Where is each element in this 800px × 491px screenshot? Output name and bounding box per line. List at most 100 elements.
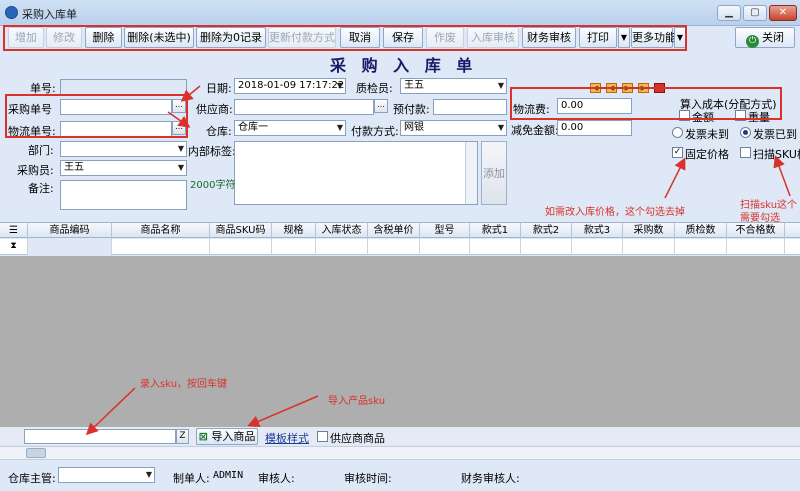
fixed-price-note: 如需改入库价格，这个勾选去掉 — [545, 207, 685, 218]
buyer-value: 王五 — [64, 162, 84, 173]
filter-sku[interactable] — [210, 239, 272, 255]
warehouse-manager-select[interactable]: ▼ — [58, 467, 155, 483]
warehouse-select[interactable]: 仓库一 ▼ — [234, 120, 346, 136]
freight-label: 物流费: — [513, 103, 550, 116]
sku-clear-button[interactable]: Z — [176, 429, 189, 444]
date-picker[interactable]: 2018-01-09 17:17:22 ▼ — [234, 78, 346, 94]
cancel-button[interactable]: 取消 — [340, 27, 380, 48]
freight-field[interactable]: 0.00 — [557, 98, 632, 114]
filter-icon[interactable]: ⧗ — [0, 239, 28, 255]
col-sku[interactable]: 商品SKU码 — [210, 223, 272, 239]
pay-method-select[interactable]: 网银 ▼ — [400, 120, 507, 136]
grid-view-icon[interactable] — [654, 83, 665, 93]
void-button[interactable]: 作废 — [426, 27, 464, 48]
finance-auditor-label: 财务审核人: — [461, 472, 520, 485]
logistics-no-browse-button[interactable]: … — [172, 121, 186, 135]
maximize-button[interactable]: ▢ — [743, 5, 767, 21]
close-button[interactable]: ⏻ 关闭 — [735, 27, 795, 48]
filter-spec[interactable] — [272, 239, 316, 255]
delete-button[interactable]: 删除 — [85, 27, 122, 48]
chevron-down-icon: ▼ — [177, 163, 184, 172]
stock-audit-button[interactable]: 入库审核 — [467, 27, 519, 48]
supplier-field[interactable] — [234, 99, 374, 115]
inspector-select[interactable]: 王五 ▼ — [400, 78, 507, 94]
purchase-no-field[interactable] — [60, 99, 172, 115]
print-button[interactable]: 打印 — [579, 27, 617, 48]
auditor-label: 审核人: — [258, 472, 295, 485]
import-note: 导入产品sku — [328, 396, 386, 407]
discount-field[interactable]: 0.00 — [557, 120, 632, 136]
order-no-field[interactable] — [60, 79, 187, 95]
col-goods-name[interactable]: 商品名称 — [112, 223, 210, 239]
import-goods-button[interactable]: ⊠ 导入商品 — [196, 428, 258, 445]
supplier-label: 供应商: — [196, 103, 233, 116]
filter-style1[interactable] — [470, 239, 521, 255]
filter-purchase-qty[interactable] — [623, 239, 675, 255]
more-menu-arrow-icon[interactable]: ▼ — [674, 27, 686, 48]
logistics-no-field[interactable] — [60, 121, 172, 137]
supplier-browse-button[interactable]: … — [374, 99, 388, 113]
add-tag-button[interactable]: 添加 — [481, 141, 507, 205]
filter-inspect-qty[interactable] — [675, 239, 727, 255]
invoice-not-arrived-radio[interactable] — [672, 127, 683, 138]
title-bar: 采购入库单 ▁ ▢ ✕ — [0, 0, 800, 26]
filter-goods-name[interactable] — [112, 239, 210, 255]
edit-button[interactable]: 修改 — [46, 27, 82, 48]
remark-label: 备注: — [28, 182, 54, 195]
more-functions-button[interactable]: 更多功能 — [631, 27, 676, 48]
fixed-price-checkbox[interactable]: ✓ — [672, 147, 683, 158]
sku-entry-input[interactable] — [24, 429, 176, 444]
save-button[interactable]: 保存 — [383, 27, 423, 48]
scroll-thumb[interactable] — [26, 448, 46, 458]
last-record-icon[interactable]: ▶ — [638, 83, 649, 93]
col-reject-qty[interactable]: 不合格数 — [727, 223, 785, 239]
buyer-select[interactable]: 王五 ▼ — [60, 160, 187, 176]
filter-model[interactable] — [420, 239, 470, 255]
first-record-icon[interactable]: ◀ — [590, 83, 601, 93]
dept-select[interactable]: ▼ — [60, 141, 187, 157]
remark-textarea[interactable] — [60, 180, 187, 210]
next-record-icon[interactable]: ▶ — [622, 83, 633, 93]
prev-record-icon[interactable]: ◀ — [606, 83, 617, 93]
purchase-no-browse-button[interactable]: … — [172, 99, 186, 113]
filter-reject-qty[interactable] — [727, 239, 785, 255]
delete-zero-records-button[interactable]: 删除为0记录 — [196, 27, 266, 48]
col-goods-code[interactable]: 商品编码 — [28, 223, 112, 239]
finance-audit-button[interactable]: 财务审核 — [522, 27, 576, 48]
col-unit-price[interactable]: 含税单价 — [368, 223, 420, 239]
filter-goods-code[interactable] — [28, 239, 112, 255]
add-button[interactable]: 增加 — [8, 27, 44, 48]
horizontal-scrollbar[interactable] — [0, 446, 800, 460]
textarea-scrollbar[interactable] — [465, 142, 477, 204]
prepay-field[interactable] — [433, 99, 507, 115]
col-model[interactable]: 型号 — [420, 223, 470, 239]
form-title: 采 购 入 库 单 — [330, 56, 478, 75]
col-inspect-qty[interactable]: 质检数 — [675, 223, 727, 239]
filter-unit-price[interactable] — [368, 239, 420, 255]
invoice-arrived-radio[interactable] — [740, 127, 751, 138]
print-menu-arrow-icon[interactable]: ▼ — [618, 27, 630, 48]
col-style2[interactable]: 款式2 — [521, 223, 572, 239]
order-no-label: 单号: — [30, 82, 56, 95]
col-stock-status[interactable]: 入库状态 — [316, 223, 368, 239]
amount-checkbox[interactable] — [679, 110, 690, 121]
col-style3[interactable]: 款式3 — [572, 223, 623, 239]
filter-style3[interactable] — [572, 239, 623, 255]
delete-unselected-button[interactable]: 删除(未选中) — [124, 27, 194, 48]
grid-body[interactable] — [0, 256, 800, 427]
supplier-goods-checkbox[interactable] — [317, 431, 328, 442]
weight-checkbox[interactable] — [735, 110, 746, 121]
col-purchase-qty[interactable]: 采购数 — [623, 223, 675, 239]
minimize-button[interactable]: ▁ — [717, 5, 741, 21]
filter-style2[interactable] — [521, 239, 572, 255]
chevron-down-icon: ▼ — [145, 470, 152, 479]
update-payment-button[interactable]: 更新付款方式 — [268, 27, 336, 48]
col-style1[interactable]: 款式1 — [470, 223, 521, 239]
filter-stock-status[interactable] — [316, 239, 368, 255]
scan-sku-checkbox[interactable] — [740, 147, 751, 158]
template-style-link[interactable]: 模板样式 — [265, 430, 309, 446]
col-spec[interactable]: 规格 — [272, 223, 316, 239]
window-close-button[interactable]: ✕ — [769, 5, 797, 21]
row-menu-icon[interactable]: ☰ — [0, 223, 28, 239]
internal-tag-textarea[interactable] — [234, 141, 478, 205]
